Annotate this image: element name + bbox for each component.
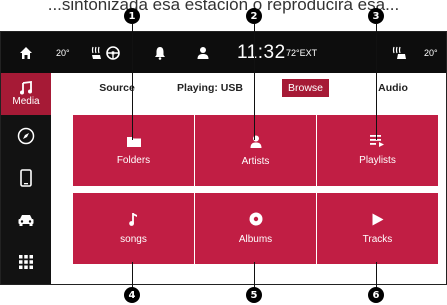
heated-steering-button[interactable] bbox=[90, 32, 121, 73]
tab-playing[interactable]: Playing: USB bbox=[177, 79, 243, 97]
sidebar-item-navigation[interactable] bbox=[1, 115, 51, 157]
sidebar-item-phone[interactable] bbox=[1, 157, 51, 199]
sidebar: Media bbox=[1, 73, 51, 284]
artists-tile[interactable]: Artists bbox=[195, 115, 316, 186]
callout-5: 5 bbox=[246, 287, 262, 303]
sidebar-item-label: Media bbox=[12, 96, 40, 107]
phone-icon bbox=[20, 169, 32, 187]
home-icon bbox=[20, 46, 32, 59]
tab-audio[interactable]: Audio bbox=[377, 79, 409, 97]
callout-line bbox=[376, 24, 377, 140]
compass-icon bbox=[17, 127, 35, 145]
climate-left[interactable]: 20° bbox=[56, 32, 70, 73]
folder-icon bbox=[126, 136, 141, 147]
left-temp: 20° bbox=[56, 47, 70, 58]
sidebar-item-media[interactable]: Media bbox=[1, 73, 51, 115]
artists-label: Artists bbox=[241, 155, 270, 167]
right-temp: 20° bbox=[424, 47, 438, 58]
exterior-temp: 72°EXT bbox=[286, 32, 317, 73]
playlist-icon bbox=[370, 135, 384, 147]
car-icon bbox=[18, 215, 34, 226]
callout-2: 2 bbox=[246, 8, 262, 24]
tracks-tile[interactable]: Tracks bbox=[317, 193, 438, 264]
user-icon bbox=[197, 46, 209, 59]
profile-button[interactable] bbox=[197, 32, 209, 73]
music-note-icon bbox=[20, 81, 32, 95]
callout-line bbox=[254, 262, 255, 289]
callout-line bbox=[132, 24, 133, 140]
tab-source[interactable]: Source bbox=[99, 79, 135, 97]
home-button[interactable] bbox=[19, 32, 33, 73]
heated-seat-icon bbox=[91, 46, 101, 59]
callout-1: 1 bbox=[124, 8, 140, 24]
heated-seat-right-button[interactable] bbox=[392, 32, 408, 73]
steering-wheel-icon bbox=[106, 45, 120, 60]
songs-label: songs bbox=[120, 234, 147, 245]
sidebar-item-apps[interactable] bbox=[1, 241, 51, 283]
albums-tile[interactable]: Albums bbox=[195, 193, 316, 264]
notifications-button[interactable] bbox=[154, 32, 166, 73]
sidebar-item-vehicle[interactable] bbox=[1, 199, 51, 241]
bell-icon bbox=[155, 46, 165, 60]
media-tabs: Source Playing: USB Browse Audio bbox=[51, 73, 446, 103]
music-note-icon bbox=[129, 213, 137, 226]
grid-icon bbox=[19, 255, 33, 269]
callout-line bbox=[376, 262, 377, 289]
tab-browse[interactable]: Browse bbox=[282, 79, 330, 97]
heated-seat-icon bbox=[392, 46, 406, 59]
callout-6: 6 bbox=[368, 287, 384, 303]
clock-time: 11:32 bbox=[237, 41, 286, 63]
ext-temp-label: 72°EXT bbox=[286, 47, 318, 58]
status-bar: 20° 11:32 72°EXT 20° bbox=[1, 32, 446, 73]
folders-label: Folders bbox=[116, 154, 151, 166]
songs-tile[interactable]: songs bbox=[73, 193, 194, 264]
artist-icon bbox=[250, 135, 261, 148]
tracks-label: Tracks bbox=[362, 233, 393, 245]
album-disc-icon bbox=[249, 212, 262, 226]
play-icon bbox=[372, 213, 383, 225]
callout-4: 4 bbox=[124, 287, 140, 303]
albums-label: Albums bbox=[238, 234, 273, 245]
callout-line bbox=[254, 24, 255, 140]
playlists-label: Playlists bbox=[359, 155, 396, 166]
head-unit-screen: 20° 11:32 72°EXT 20° Media Source Playin… bbox=[0, 31, 447, 285]
callout-3: 3 bbox=[368, 8, 384, 24]
climate-right[interactable]: 20° bbox=[424, 32, 438, 73]
playlists-tile[interactable]: Playlists bbox=[317, 115, 438, 186]
callout-line bbox=[132, 262, 133, 289]
folders-tile[interactable]: Folders bbox=[73, 115, 194, 186]
clock: 11:32 bbox=[237, 32, 286, 73]
